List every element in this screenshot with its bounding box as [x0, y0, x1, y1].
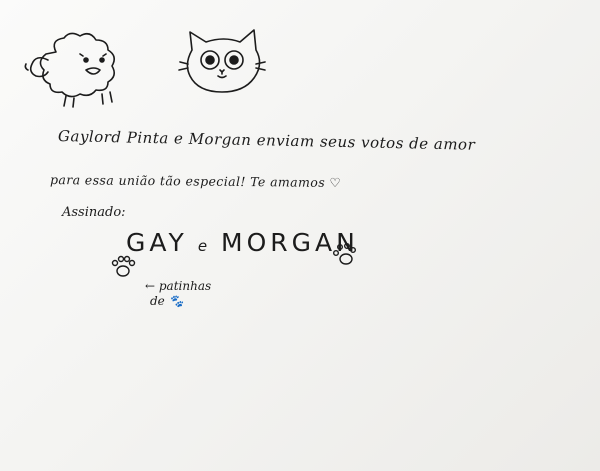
paw-note-2: de 🐾 [150, 294, 184, 308]
sheep-drawing-icon [24, 32, 116, 108]
signed-label: Assinado: [62, 205, 126, 220]
paw-print-icon [333, 243, 357, 265]
signature-name-1: GAY [126, 228, 188, 257]
signature-and: e [197, 237, 208, 255]
paw-print-icon [111, 255, 136, 277]
paw-note-1: ← patinhas [145, 279, 212, 293]
handwritten-card: Gaylord Pinta e Morgan enviam seus votos… [0, 0, 600, 471]
message-line-2: para essa união tão especial! Te amamos … [49, 172, 342, 191]
cat-drawing-icon [178, 29, 266, 93]
signature-names: GAY e MORGAN [126, 228, 359, 257]
message-line-1: Gaylord Pinta e Morgan enviam seus votos… [57, 127, 476, 154]
